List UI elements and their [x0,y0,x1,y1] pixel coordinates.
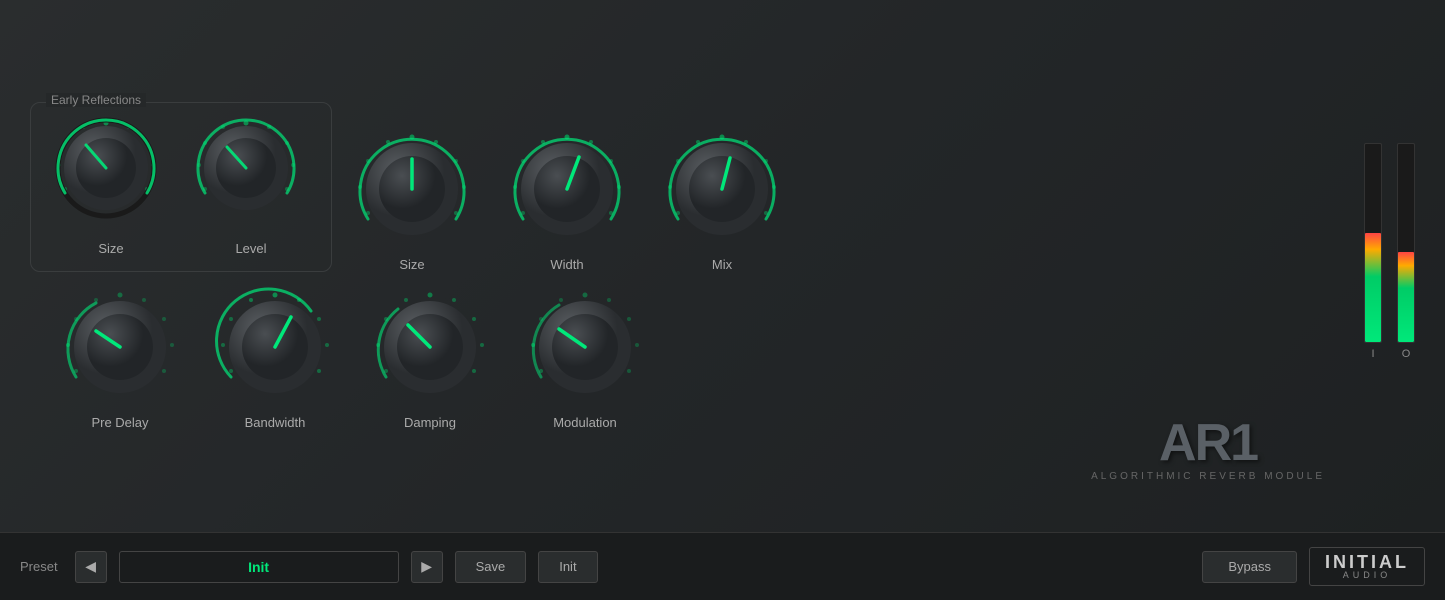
pre-delay-label: Pre Delay [91,415,148,430]
size-knob[interactable] [352,129,472,249]
input-meter-bar [1364,143,1382,343]
width-knob[interactable] [507,129,627,249]
output-meter-bar [1397,143,1415,343]
plugin-container: Early Reflections [0,0,1445,600]
mix-knob[interactable] [662,129,782,249]
damping-label: Damping [404,415,456,430]
mix-label: Mix [712,257,732,272]
er-size-knob[interactable] [51,113,171,233]
modulation-label: Modulation [553,415,617,430]
output-meter-fill [1398,252,1414,341]
output-meter-label: O [1402,348,1411,360]
preset-name-display[interactable]: Init [119,551,399,583]
bandwidth-label: Bandwidth [245,415,306,430]
width-knob-container: Width [492,129,642,272]
er-level-knob[interactable] [191,113,311,233]
output-meter: O [1397,143,1415,360]
initial-audio-logo: INITIAL AUDIO [1309,547,1425,586]
plugin-area: Early Reflections [0,0,1445,532]
brand-name: INITIAL [1325,553,1409,571]
bandwidth-knob-container: Bandwidth [200,287,350,430]
init-button[interactable]: Init [538,551,597,583]
pre-delay-knob[interactable] [60,287,180,407]
input-meter: I [1364,143,1382,360]
er-level-label: Level [235,241,266,256]
size-label: Size [399,257,424,272]
preset-next-button[interactable]: ▶ [411,551,443,583]
early-reflections-label: Early Reflections [46,93,146,107]
ar1-logo: AR1 ALGORITHMIC REVERB MODULE [1091,417,1325,482]
mix-knob-container: Mix [647,129,797,272]
input-meter-label: I [1371,348,1374,360]
damping-knob-container: Damping [355,287,505,430]
save-button[interactable]: Save [455,551,527,583]
ar1-name: AR1 [1091,417,1325,469]
preset-label: Preset [20,559,58,574]
modulation-knob-container: Modulation [510,287,660,430]
input-meter-fill [1365,233,1381,342]
ar1-subtitle: ALGORITHMIC REVERB MODULE [1091,471,1325,482]
early-reflections-section: Early Reflections [30,102,332,272]
pre-delay-knob-container: Pre Delay [45,287,195,430]
vu-section: I O [1364,143,1415,390]
er-size-label: Size [98,241,123,256]
size-knob-container: Size [337,129,487,272]
damping-knob[interactable] [370,287,490,407]
bottom-bar: Preset ◀ Init ▶ Save Init Bypass INITIAL… [0,532,1445,600]
width-label: Width [550,257,583,272]
modulation-knob[interactable] [525,287,645,407]
er-size-knob-container: Size [46,113,176,256]
preset-prev-button[interactable]: ◀ [75,551,107,583]
brand-sub: AUDIO [1343,571,1392,580]
er-level-knob-container: Level [186,113,316,256]
bypass-button[interactable]: Bypass [1202,551,1297,583]
bandwidth-knob[interactable] [215,287,335,407]
